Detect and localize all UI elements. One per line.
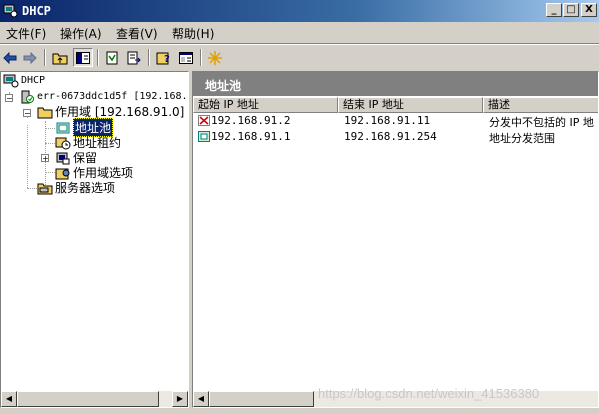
menu-bar: 文件(F) 操作(A) 查看(V) 帮助(H) — [0, 22, 599, 44]
description-cell: 分发中不包括的 IP 地 — [489, 116, 594, 129]
end-ip-cell: 192.168.91.254 — [344, 130, 437, 143]
help-icon[interactable]: ? — [154, 48, 174, 67]
tree-scope-options[interactable]: 作用域选项 — [55, 165, 133, 180]
left-horizontal-scrollbar[interactable]: ◀ ▶ — [1, 391, 188, 407]
status-bar — [0, 408, 599, 414]
scroll-thumb[interactable] — [17, 391, 159, 407]
tree-server-options[interactable]: 服务器选项 — [37, 180, 115, 195]
toolbar: ? — [0, 44, 599, 71]
tree-root-label: DHCP — [21, 75, 46, 86]
column-header-start-ip[interactable]: 起始 IP 地址 — [193, 97, 338, 113]
show-hide-tree-icon[interactable] — [73, 48, 93, 67]
description-cell: 地址分发范围 — [489, 132, 555, 145]
distribution-range-icon — [198, 131, 210, 142]
start-ip-cell: 192.168.91.1 — [211, 130, 291, 143]
menu-help[interactable]: 帮助(H) — [172, 25, 214, 42]
svg-text:?: ? — [164, 54, 170, 65]
scroll-right-button[interactable]: ▶ — [172, 391, 188, 407]
menu-file[interactable]: 文件(F) — [6, 25, 46, 42]
expand-toggle-reservations[interactable]: + — [41, 154, 49, 163]
export-list-icon[interactable] — [124, 48, 144, 67]
forward-arrow-icon[interactable] — [20, 48, 40, 67]
menu-action[interactable]: 操作(A) — [60, 25, 102, 42]
up-folder-icon[interactable] — [50, 48, 70, 67]
table-row[interactable]: 192.168.91.1 192.168.91.254 地址分发范围 — [197, 129, 597, 145]
column-header-description[interactable]: 描述 — [483, 97, 598, 113]
address-pool-icon — [56, 122, 70, 133]
collapse-toggle-server[interactable]: − — [5, 94, 13, 103]
sparkle-icon[interactable] — [205, 48, 225, 67]
menu-view[interactable]: 查看(V) — [116, 25, 158, 42]
window-title: DHCP — [22, 4, 51, 18]
tree-reservations[interactable]: 保留 — [55, 150, 97, 165]
close-button[interactable]: X — [581, 3, 597, 17]
scroll-thumb[interactable] — [209, 391, 314, 407]
toolbar-separator — [44, 49, 46, 66]
details-header: 地址池 — [193, 72, 598, 96]
dhcp-icon — [3, 74, 19, 87]
tree-server-options-label: 服务器选项 — [55, 181, 116, 195]
details-pane: 地址池 起始 IP 地址 结束 IP 地址 描述 192.168.91.2 19… — [192, 71, 599, 408]
scroll-left-button[interactable]: ◀ — [1, 391, 17, 407]
end-ip-cell: 192.168.91.11 — [344, 114, 431, 127]
dhcp-app-icon — [3, 4, 18, 18]
table-row[interactable]: 192.168.91.2 192.168.91.11 分发中不包括的 IP 地 — [197, 113, 597, 129]
toolbar-separator — [97, 49, 99, 66]
reservations-icon — [56, 152, 70, 164]
toolbar-separator — [200, 49, 202, 66]
scope-options-icon — [55, 168, 70, 179]
tree-scope[interactable]: 作用域 [192.168.91.0] . — [37, 104, 188, 119]
back-arrow-icon[interactable] — [0, 48, 20, 67]
tree-server[interactable]: err-0673ddc1d5f [192.168.9 — [19, 89, 189, 104]
details-header-title: 地址池 — [205, 79, 242, 93]
leases-icon — [55, 137, 71, 149]
folder-icon — [37, 107, 53, 118]
server-icon — [21, 90, 34, 103]
help-topics-icon[interactable] — [176, 48, 196, 67]
start-ip-cell: 192.168.91.2 — [211, 114, 291, 127]
tree-address-leases[interactable]: 地址租约 — [55, 135, 121, 150]
minimize-button[interactable]: _ — [546, 3, 562, 17]
column-header-end-ip[interactable]: 结束 IP 地址 — [338, 97, 483, 113]
excluded-range-icon — [198, 115, 210, 126]
toolbar-separator — [148, 49, 150, 66]
restore-button[interactable]: □ — [563, 3, 579, 17]
watermark-text: https://blog.csdn.net/weixin_41536380 — [318, 386, 540, 401]
tree-address-pool[interactable]: 地址池 — [55, 118, 114, 137]
title-bar: DHCP _ □ X — [0, 0, 599, 22]
scroll-left-button[interactable]: ◀ — [193, 391, 209, 407]
console-tree: DHCP − err-0673ddc1d5f [192.168.9 − 作用域 … — [0, 71, 189, 408]
tree-root-dhcp[interactable]: DHCP — [3, 73, 45, 88]
server-options-icon — [37, 183, 53, 194]
collapse-toggle-scope[interactable]: − — [23, 109, 31, 118]
tree-server-label: err-0673ddc1d5f [192.168.9 — [37, 91, 189, 102]
properties-icon[interactable] — [102, 48, 122, 67]
